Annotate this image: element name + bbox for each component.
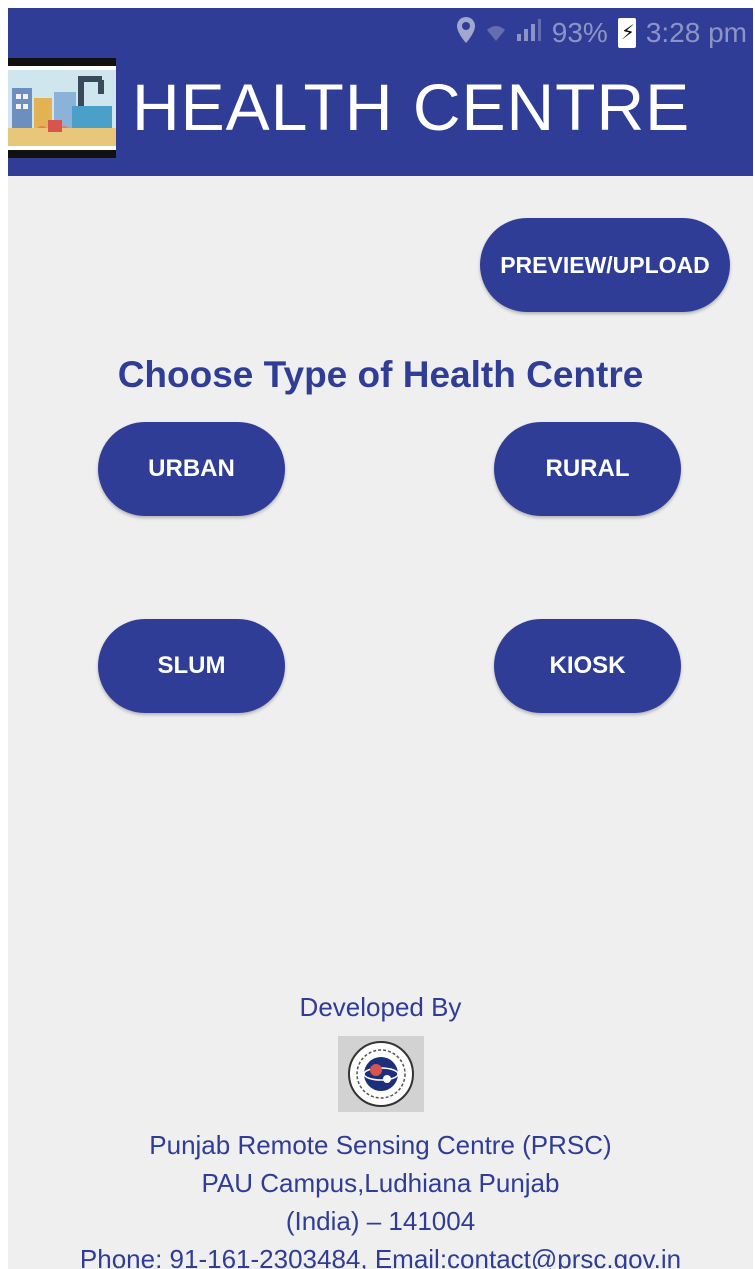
battery-percent: 93% [551,17,608,48]
health-centre-logo-icon [8,58,116,158]
choose-type-heading: Choose Type of Health Centre [117,354,644,395]
location-icon [456,16,476,51]
org-contact: Phone: 91-161-2303484, Email:contact@prs… [79,1244,682,1269]
developed-by-label: Developed By [299,992,462,1022]
page-title: HEALTH CENTRE [132,70,691,144]
status-items: 93% ⚡ 3:28 pm [456,16,753,50]
org-country-pin: (India) – 141004 [285,1206,476,1236]
app-header: HEALTH CENTRE [8,58,753,176]
wifi-icon [486,17,506,49]
kiosk-button[interactable]: KIOSK [494,619,681,713]
slum-button[interactable]: SLUM [98,619,285,713]
signal-icon [516,17,542,49]
preview-upload-button[interactable]: PREVIEW/UPLOAD [480,218,730,312]
top-border [0,0,755,8]
prsc-emblem-icon [337,1036,424,1112]
status-time: 3:28 pm [645,17,747,48]
status-bar: 93% ⚡ 3:28 pm [8,8,753,58]
org-address: PAU Campus,Ludhiana Punjab [201,1168,560,1198]
urban-button[interactable]: URBAN [98,422,285,516]
rural-button[interactable]: RURAL [494,422,681,516]
org-name: Punjab Remote Sensing Centre (PRSC) [149,1130,612,1160]
app-screen: 93% ⚡ 3:28 pm HEALTH CENTRE PREVIEW/UPLO… [8,8,753,1269]
left-border [0,0,8,1269]
footer: Developed By Punjab Remote Sensing Centr… [8,990,753,1269]
battery-charging-icon: ⚡ [617,18,636,48]
